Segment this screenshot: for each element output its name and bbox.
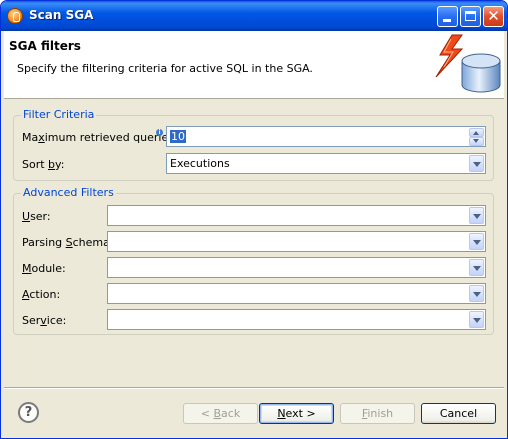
window-title: Scan SGA — [29, 8, 94, 22]
parsing-schema-label: Parsing Schema: — [22, 236, 114, 249]
filter-criteria-legend: Filter Criteria — [21, 108, 97, 121]
max-queries-value: 10 — [170, 130, 186, 143]
chevron-down-icon[interactable] — [469, 285, 484, 302]
page-title: SGA filters — [9, 39, 81, 53]
max-queries-spinner[interactable]: 10 — [166, 126, 486, 147]
finish-button[interactable]: Finish — [340, 403, 415, 424]
action-label: Action: — [22, 288, 61, 301]
close-icon: ✕ — [487, 7, 500, 25]
info-icon: i — [156, 129, 163, 136]
parsing-schema-select[interactable] — [107, 231, 486, 252]
title-bar[interactable]: Scan SGA ✕ — [1, 1, 507, 31]
max-queries-label: Maximum retrieved queries: — [22, 131, 178, 144]
wizard-header: SGA filters Specify the filtering criter… — [4, 31, 504, 99]
app-icon — [7, 8, 23, 24]
sort-by-select[interactable]: Executions — [166, 153, 486, 174]
chevron-down-icon[interactable] — [469, 233, 484, 250]
help-icon[interactable]: ? — [18, 402, 39, 423]
action-select[interactable] — [107, 283, 486, 304]
service-label: Service: — [22, 314, 67, 327]
minimize-icon — [443, 19, 451, 22]
module-label: Module: — [22, 262, 66, 275]
service-select[interactable] — [107, 309, 486, 330]
back-button[interactable]: < Back — [183, 403, 258, 424]
chevron-down-icon[interactable] — [469, 155, 484, 172]
maximize-button[interactable] — [460, 6, 481, 27]
user-label: User: — [22, 210, 51, 223]
chevron-down-icon[interactable] — [469, 259, 484, 276]
close-button[interactable]: ✕ — [483, 6, 504, 27]
chevron-down-icon[interactable] — [469, 311, 484, 328]
minimize-button[interactable] — [437, 6, 458, 27]
sort-by-label: Sort by: — [22, 158, 65, 171]
sort-by-value: Executions — [170, 157, 230, 170]
page-description: Specify the filtering criteria for activ… — [17, 62, 313, 75]
dialog-window: Scan SGA ✕ SGA filters Specify the filte… — [0, 0, 508, 439]
advanced-filters-legend: Advanced Filters — [21, 186, 116, 199]
footer-separator — [4, 387, 504, 389]
spinner-up-icon[interactable] — [469, 128, 484, 137]
maximize-icon — [465, 11, 476, 21]
user-select[interactable] — [107, 205, 486, 226]
next-button[interactable]: Next > — [259, 403, 334, 424]
module-select[interactable] — [107, 257, 486, 278]
database-lightning-icon — [435, 34, 501, 93]
spinner-down-icon[interactable] — [469, 137, 484, 146]
chevron-down-icon[interactable] — [469, 207, 484, 224]
cancel-button[interactable]: Cancel — [421, 403, 496, 424]
